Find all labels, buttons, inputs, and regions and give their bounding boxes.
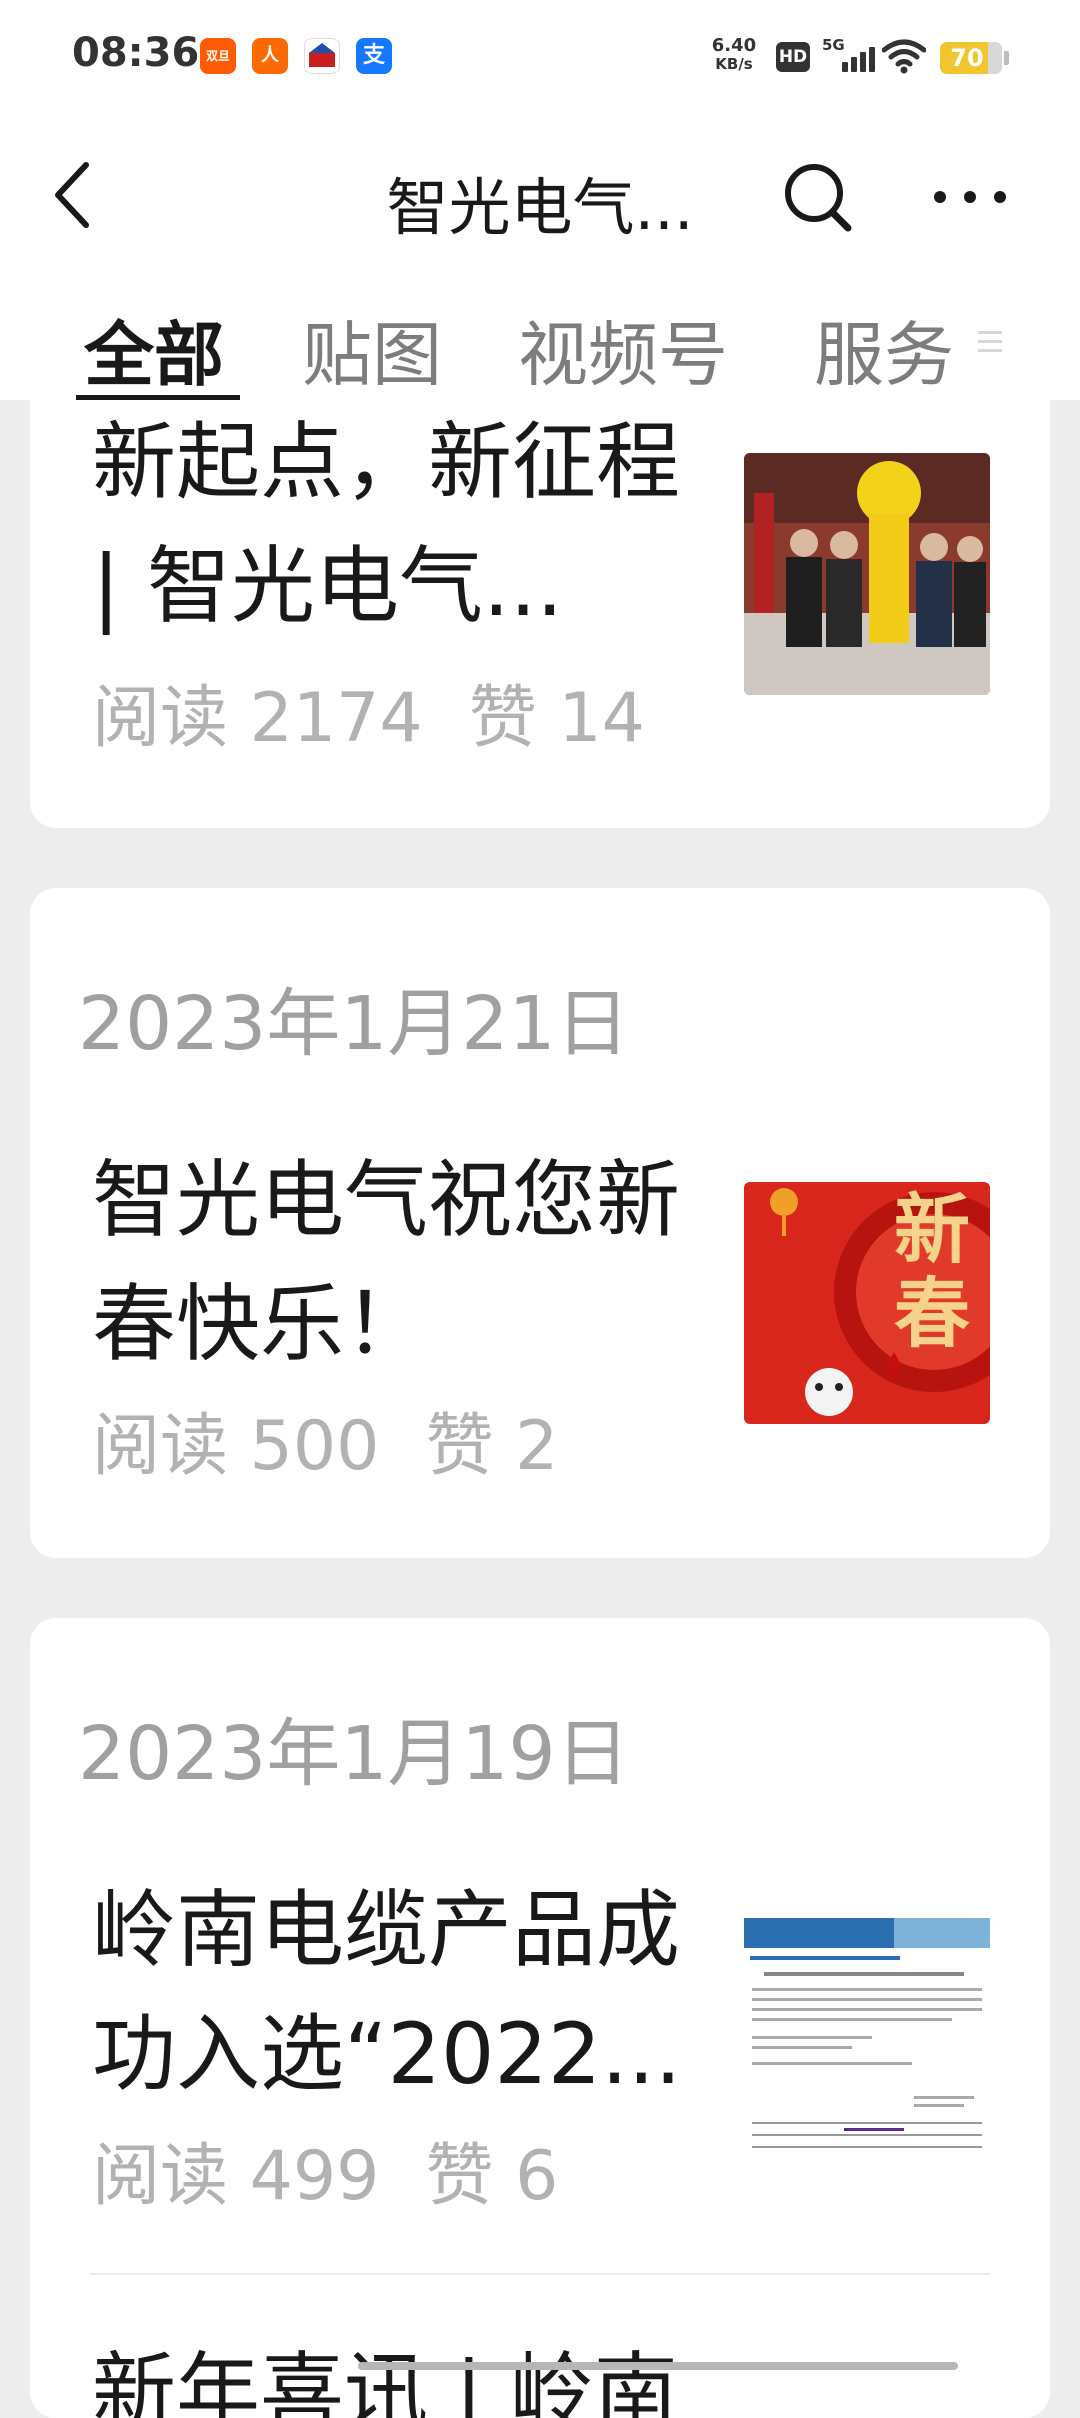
tab-menu-icon[interactable] — [978, 327, 1002, 361]
hd-badge: HD — [776, 42, 810, 72]
article-meta: 阅读 500 赞 2 — [92, 1407, 559, 1486]
tab-all[interactable]: 全部 — [84, 299, 224, 400]
signal-icon: 5G — [822, 36, 875, 76]
article-title: 岭南电缆产品成功入选“2022... — [92, 1881, 682, 2103]
article-card[interactable]: 2023年1月19日 岭南电缆产品成功入选“2022... 阅读 499 赞 6 … — [30, 1618, 1050, 2418]
more-button[interactable] — [930, 157, 1010, 237]
nav-bar: 智光电气... — [0, 115, 1080, 275]
article-card[interactable]: 2023年1月21日 智光电气祝您新春快乐！ 阅读 500 赞 2 新春 — [30, 888, 1050, 1558]
status-bar: 08:36 双旦 人 支 6.40 KB/s HD 5G 70 — [0, 0, 1080, 115]
article-thumbnail — [744, 453, 990, 695]
search-button[interactable] — [780, 157, 858, 237]
article-thumbnail: 新春 — [744, 1182, 990, 1424]
list-divider — [90, 2273, 990, 2275]
battery-tip — [1004, 51, 1009, 65]
publish-date: 2023年1月21日 — [78, 981, 630, 1067]
home-indicator[interactable] — [358, 2362, 958, 2370]
shopping-app-icon: 人 — [252, 38, 288, 74]
tab-services[interactable]: 服务 — [814, 299, 954, 400]
taobao-app-icon: 双旦 — [200, 38, 236, 74]
publish-date: 2023年1月19日 — [78, 1711, 630, 1797]
article-meta: 阅读 2174 赞 14 — [92, 679, 645, 758]
chevron-left-icon — [55, 162, 89, 228]
search-icon — [785, 164, 852, 232]
back-button[interactable] — [46, 155, 106, 235]
more-horizontal-icon — [934, 191, 1006, 203]
tab-bar: 全部 贴图 视频号 服务 — [0, 275, 1080, 401]
article-title: 新年喜讯 | 岭南 — [92, 2343, 678, 2418]
article-meta: 阅读 499 赞 6 — [92, 2137, 559, 2216]
network-speed: 6.40 KB/s — [711, 35, 757, 73]
alipay-app-icon: 支 — [356, 38, 392, 74]
article-title: 新起点，新征程 | 智光电气... — [92, 413, 681, 635]
tab-posts[interactable]: 贴图 — [302, 299, 442, 400]
game-app-icon — [304, 38, 340, 74]
battery-icon: 70 — [940, 42, 1002, 74]
wifi-icon — [881, 38, 927, 78]
article-thumbnail — [744, 1912, 990, 2154]
page-title: 智光电气... — [386, 171, 694, 244]
thumbnail-text: 新春 — [894, 1185, 970, 1358]
article-title: 智光电气祝您新春快乐！ — [92, 1151, 681, 1373]
article-card[interactable]: 新起点，新征程 | 智光电气... 阅读 2174 赞 14 — [30, 400, 1050, 828]
tab-channels[interactable]: 视频号 — [518, 299, 728, 400]
status-time: 08:36 — [72, 30, 200, 76]
